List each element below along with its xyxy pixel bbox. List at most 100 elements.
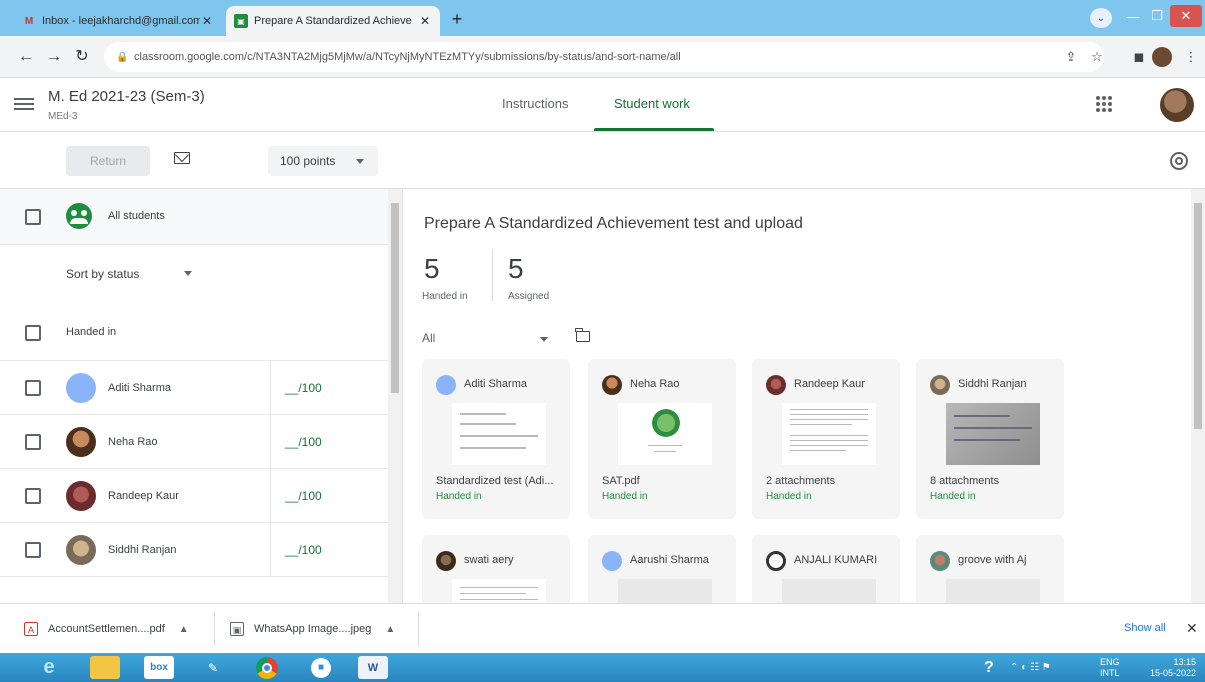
card-student-name: swati aery xyxy=(464,554,514,566)
chevron-up-icon[interactable]: ▲ xyxy=(179,624,189,635)
all-students-row[interactable]: All students xyxy=(0,189,388,245)
chevron-down-icon[interactable] xyxy=(540,337,548,342)
return-button[interactable]: Return xyxy=(66,146,150,176)
google-apps-icon[interactable] xyxy=(1096,96,1112,112)
assigned-count[interactable]: 5 xyxy=(508,253,524,285)
student-avatar xyxy=(66,481,96,511)
student-row[interactable]: Aditi Sharma __/100 xyxy=(0,361,388,415)
bookmark-star-icon[interactable]: ☆ xyxy=(1086,46,1108,68)
section-checkbox[interactable] xyxy=(25,325,41,341)
back-arrow-icon[interactable]: ← xyxy=(14,45,38,69)
card-student-name: Aditi Sharma xyxy=(464,378,527,390)
section-label: Handed in xyxy=(66,326,117,338)
extension-icon[interactable]: ◼ xyxy=(1128,46,1150,68)
clock-date: 15-05-2022 xyxy=(1149,667,1196,678)
submission-card[interactable]: Aarushi Sharma xyxy=(588,535,736,603)
left-scrollbar[interactable] xyxy=(388,189,402,603)
chrome-icon[interactable] xyxy=(252,656,282,679)
pdf-icon: A xyxy=(24,622,38,636)
tab-instructions[interactable]: Instructions xyxy=(502,96,568,111)
tab-close-icon[interactable]: ✕ xyxy=(200,14,214,28)
left-scrollbar-thumb[interactable] xyxy=(391,203,399,393)
gmail-icon: M xyxy=(24,15,34,27)
folder-icon[interactable] xyxy=(575,328,590,342)
grade-input[interactable]: __/100 xyxy=(270,523,388,577)
image-icon: ▣ xyxy=(230,622,244,636)
word-document-icon[interactable]: W xyxy=(358,656,388,679)
grade-input[interactable]: __/100 xyxy=(270,469,388,523)
language-indicator[interactable]: ENG INTL xyxy=(1100,653,1120,682)
select-all-checkbox[interactable] xyxy=(25,209,41,225)
submission-card[interactable]: ANJALI KUMARI xyxy=(752,535,900,603)
student-row[interactable]: Neha Rao __/100 xyxy=(0,415,388,469)
right-scrollbar[interactable] xyxy=(1191,189,1205,603)
tray-icons[interactable]: ⌃ ◐ ☷ ⚑ xyxy=(1010,653,1051,682)
card-file-name: 2 attachments xyxy=(766,475,836,487)
url-field[interactable]: 🔒 classroom.google.com/c/NTA3NTA2Mjg5MjM… xyxy=(104,42,1104,72)
new-tab-button[interactable]: + xyxy=(446,9,468,31)
student-checkbox[interactable] xyxy=(25,488,41,504)
seal-logo-icon xyxy=(652,409,680,437)
browser-menu-icon[interactable]: ⋮ xyxy=(1180,46,1202,68)
grade-input[interactable]: __/100 xyxy=(270,415,388,469)
sort-dropdown[interactable]: Sort by status xyxy=(66,267,139,281)
reload-icon[interactable]: ↻ xyxy=(70,45,94,69)
student-avatar xyxy=(436,375,456,395)
clock[interactable]: 13:15 15-05-2022 xyxy=(1136,653,1196,682)
tab-search-icon[interactable]: ⌄ xyxy=(1090,8,1112,28)
submission-card[interactable]: Siddhi Ranjan 8 attachments Handed in xyxy=(916,359,1064,519)
grade-input[interactable]: __/100 xyxy=(270,361,388,415)
pen-app-icon[interactable]: ✎ xyxy=(198,656,228,679)
right-scrollbar-thumb[interactable] xyxy=(1194,203,1202,429)
student-checkbox[interactable] xyxy=(25,434,41,450)
file-explorer-icon[interactable] xyxy=(90,656,120,679)
tab-gmail-inbox[interactable]: M Inbox - leejakharchd@gmail.com ✕ xyxy=(14,6,222,36)
student-checkbox[interactable] xyxy=(25,380,41,396)
chevron-up-icon[interactable]: ▲ xyxy=(385,624,395,635)
student-row[interactable]: Siddhi Ranjan __/100 xyxy=(0,523,388,577)
submission-card[interactable]: Neha Rao SAT.pdf Handed in xyxy=(588,359,736,519)
filter-dropdown[interactable]: All xyxy=(422,331,435,345)
download-item[interactable]: ▣ WhatsApp Image....jpeg ▲ xyxy=(230,604,395,654)
chevron-down-icon xyxy=(356,159,364,164)
submission-thumbnail xyxy=(782,403,876,465)
email-icon[interactable] xyxy=(174,152,190,164)
box-app-icon[interactable]: box xyxy=(144,656,174,679)
close-downloads-icon[interactable]: ✕ xyxy=(1186,620,1198,637)
submission-thumbnail xyxy=(618,403,712,465)
help-icon[interactable]: ? xyxy=(984,653,994,682)
card-file-name: 8 attachments xyxy=(930,475,1000,487)
chevron-down-icon[interactable] xyxy=(184,271,192,276)
tab-student-work[interactable]: Student work xyxy=(614,96,690,111)
student-avatar xyxy=(66,535,96,565)
share-icon[interactable]: ⇪ xyxy=(1060,46,1082,68)
tab-classroom-assignment[interactable]: ▣ Prepare A Standardized Achieve ✕ xyxy=(226,6,440,36)
submission-card[interactable]: Randeep Kaur 2 attachments Handed in xyxy=(752,359,900,519)
account-avatar[interactable] xyxy=(1160,88,1194,122)
locale-code: INTL xyxy=(1100,667,1120,678)
profile-avatar-icon[interactable] xyxy=(1152,47,1172,67)
student-row[interactable]: Randeep Kaur __/100 xyxy=(0,469,388,523)
handed-in-count[interactable]: 5 xyxy=(424,253,440,285)
forward-arrow-icon[interactable]: → xyxy=(42,45,66,69)
submission-card[interactable]: swati aery xyxy=(422,535,570,603)
minimize-icon[interactable]: — xyxy=(1120,2,1146,30)
submission-card[interactable]: Aditi Sharma Standardized test (Adi... H… xyxy=(422,359,570,519)
settings-gear-icon[interactable] xyxy=(1170,152,1188,170)
grading-toolbar: Return 100 points xyxy=(0,133,1205,189)
course-title[interactable]: M. Ed 2021-23 (Sem-3) xyxy=(48,88,205,105)
points-dropdown[interactable]: 100 points xyxy=(268,146,378,176)
internet-explorer-icon[interactable]: e xyxy=(34,656,64,679)
main-menu-icon[interactable] xyxy=(14,95,34,115)
url-text: classroom.google.com/c/NTA3NTA2Mjg5MjMw/… xyxy=(134,51,681,63)
zoom-app-icon[interactable]: ■ xyxy=(306,656,336,679)
stat-divider xyxy=(492,249,493,301)
show-all-downloads-link[interactable]: Show all xyxy=(1124,622,1166,634)
restore-icon[interactable]: ❐ xyxy=(1146,2,1168,30)
download-item[interactable]: A AccountSettlemen....pdf ▲ xyxy=(24,604,189,654)
submission-card[interactable]: groove with Aj xyxy=(916,535,1064,603)
tab-close-icon[interactable]: ✕ xyxy=(418,14,432,28)
student-checkbox[interactable] xyxy=(25,542,41,558)
download-divider xyxy=(418,612,419,646)
close-window-icon[interactable]: ✕ xyxy=(1170,5,1202,27)
